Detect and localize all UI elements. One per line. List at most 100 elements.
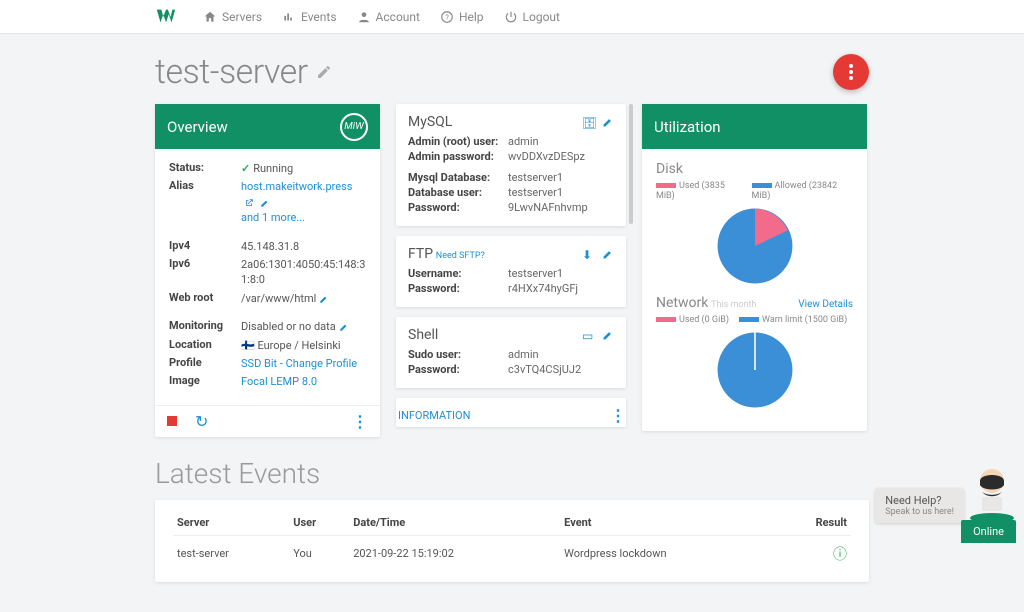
nav-account[interactable]: Account bbox=[349, 6, 428, 28]
disk-pie-chart bbox=[716, 207, 794, 285]
profile-link[interactable]: SSD Bit - Change Profile bbox=[241, 356, 366, 371]
help-widget[interactable]: Need Help? Speak to us here! bbox=[875, 463, 1016, 523]
ftp-title-wrap: FTP Need SFTP? bbox=[408, 246, 485, 262]
webroot-value: /var/www/html bbox=[241, 291, 366, 306]
location-label: Location bbox=[169, 338, 241, 351]
mysql-title: MySQL bbox=[408, 114, 452, 130]
col-result: Result bbox=[774, 510, 851, 536]
sftp-link[interactable]: Need SFTP? bbox=[436, 251, 485, 261]
information-link[interactable]: INFORMATION bbox=[398, 409, 470, 422]
status-label: Status: bbox=[169, 161, 241, 174]
edit-icon[interactable] bbox=[339, 322, 349, 332]
overview-more-menu[interactable]: ⋮ bbox=[352, 412, 368, 431]
value: admin bbox=[508, 135, 539, 148]
cell-user: You bbox=[289, 535, 349, 572]
overview-card: Overview MiW Status: ✓Running Alias host… bbox=[155, 104, 380, 437]
label: Database user: bbox=[408, 186, 508, 199]
value: r4HXx74hyGFj bbox=[508, 282, 578, 295]
nav-label: Events bbox=[301, 10, 337, 24]
download-icon[interactable]: ⬇ bbox=[582, 248, 594, 260]
utilization-card: Utilization Disk Used (3835 MiB) Allowed… bbox=[642, 104, 867, 431]
database-icon[interactable]: 🗄 bbox=[582, 116, 594, 128]
alias-label: Alias bbox=[169, 179, 241, 192]
ipv6-label: Ipv6 bbox=[169, 257, 241, 270]
col-server: Server bbox=[173, 510, 289, 536]
information-card: INFORMATION ⋮ bbox=[396, 398, 626, 427]
cell-event: Wordpress lockdown bbox=[560, 535, 774, 572]
value: c3vTQ4CSjUJ2 bbox=[508, 363, 581, 376]
value: testserver1 bbox=[508, 171, 563, 184]
label: Username: bbox=[408, 267, 508, 280]
stop-button[interactable] bbox=[167, 416, 177, 426]
ftp-title: FTP bbox=[408, 246, 433, 262]
overview-header-title: Overview bbox=[167, 118, 228, 136]
nav-servers[interactable]: Servers bbox=[195, 6, 270, 28]
credentials-column: MySQL 🗄 Admin (root) user:admin Admin pa… bbox=[396, 104, 626, 427]
alias-link[interactable]: host.makeitwork.press bbox=[241, 180, 352, 193]
nav-label: Help bbox=[459, 10, 484, 24]
network-legend: Used (0 GiB) Warn limit (1500 GiB) bbox=[656, 315, 853, 325]
label: Mysql Database: bbox=[408, 171, 508, 184]
col-datetime: Date/Time bbox=[349, 510, 560, 536]
top-navbar: Servers Events Account ? Help Logout bbox=[0, 0, 1024, 34]
svg-text:?: ? bbox=[445, 12, 449, 21]
col-event: Event bbox=[560, 510, 774, 536]
scrollbar[interactable] bbox=[629, 104, 633, 224]
network-pie-chart bbox=[716, 331, 794, 409]
table-row[interactable]: test-server You 2021-09-22 15:19:02 Word… bbox=[173, 535, 851, 572]
image-link[interactable]: Focal LEMP 8.0 bbox=[241, 374, 366, 389]
edit-icon[interactable] bbox=[319, 294, 329, 304]
nav-label: Servers bbox=[222, 10, 262, 24]
chart-icon bbox=[282, 10, 296, 24]
ipv4-label: Ipv4 bbox=[169, 239, 241, 252]
alias-value: host.makeitwork.press and 1 more... bbox=[241, 179, 366, 225]
nav-logout[interactable]: Logout bbox=[496, 6, 568, 28]
actions-fab[interactable] bbox=[833, 54, 869, 90]
info-more-menu[interactable]: ⋮ bbox=[610, 406, 626, 425]
view-details-link[interactable]: View Details bbox=[798, 299, 853, 310]
page-title-text: test-server bbox=[155, 52, 308, 92]
value: wvDDXvzDESpz bbox=[508, 150, 585, 163]
help-title: Need Help? bbox=[885, 494, 941, 507]
reload-button[interactable]: ↻ bbox=[195, 412, 208, 431]
nav-label: Logout bbox=[523, 10, 560, 24]
nav-events[interactable]: Events bbox=[274, 6, 345, 28]
ipv6-value: 2a06:1301:4050:45:148:31:8:0 bbox=[241, 257, 366, 288]
network-section-title: Network This month bbox=[656, 295, 756, 311]
alias-more-link[interactable]: and 1 more... bbox=[241, 211, 305, 224]
edit-title-icon[interactable] bbox=[316, 64, 332, 80]
value: admin bbox=[508, 348, 539, 361]
webroot-label: Web root bbox=[169, 291, 241, 304]
value: testserver1 bbox=[508, 267, 563, 280]
terminal-icon[interactable]: ▭ bbox=[582, 329, 594, 341]
mysql-card: MySQL 🗄 Admin (root) user:admin Admin pa… bbox=[396, 104, 626, 226]
disk-legend: Used (3835 MiB) Allowed (23842 MiB) bbox=[656, 181, 853, 201]
overview-header: Overview MiW bbox=[155, 104, 380, 149]
label: Password: bbox=[408, 363, 508, 376]
brand-logo[interactable] bbox=[155, 6, 177, 28]
brand-badge: MiW bbox=[340, 113, 368, 141]
label: Password: bbox=[408, 282, 508, 295]
disk-section-title: Disk bbox=[656, 161, 853, 177]
online-status-tag[interactable]: Online bbox=[961, 520, 1016, 543]
profile-label: Profile bbox=[169, 356, 241, 369]
cell-server: test-server bbox=[173, 535, 289, 572]
power-icon bbox=[504, 10, 518, 24]
edit-icon[interactable] bbox=[260, 198, 270, 208]
nav-help[interactable]: ? Help bbox=[432, 6, 492, 28]
external-link-icon[interactable] bbox=[244, 198, 254, 208]
value: testserver1 bbox=[508, 186, 563, 199]
shell-title: Shell bbox=[408, 327, 438, 343]
status-value: ✓Running bbox=[241, 161, 366, 176]
help-icon: ? bbox=[440, 10, 454, 24]
label: Admin password: bbox=[408, 150, 508, 163]
col-user: User bbox=[289, 510, 349, 536]
label: Password: bbox=[408, 201, 508, 214]
edit-icon[interactable] bbox=[602, 248, 614, 260]
edit-icon[interactable] bbox=[602, 116, 614, 128]
page-title: test-server bbox=[155, 52, 332, 92]
ftp-card: FTP Need SFTP? ⬇ Username:testserver1 Pa… bbox=[396, 236, 626, 307]
edit-icon[interactable] bbox=[602, 329, 614, 341]
monitoring-label: Monitoring bbox=[169, 319, 241, 332]
label: Admin (root) user: bbox=[408, 135, 508, 148]
